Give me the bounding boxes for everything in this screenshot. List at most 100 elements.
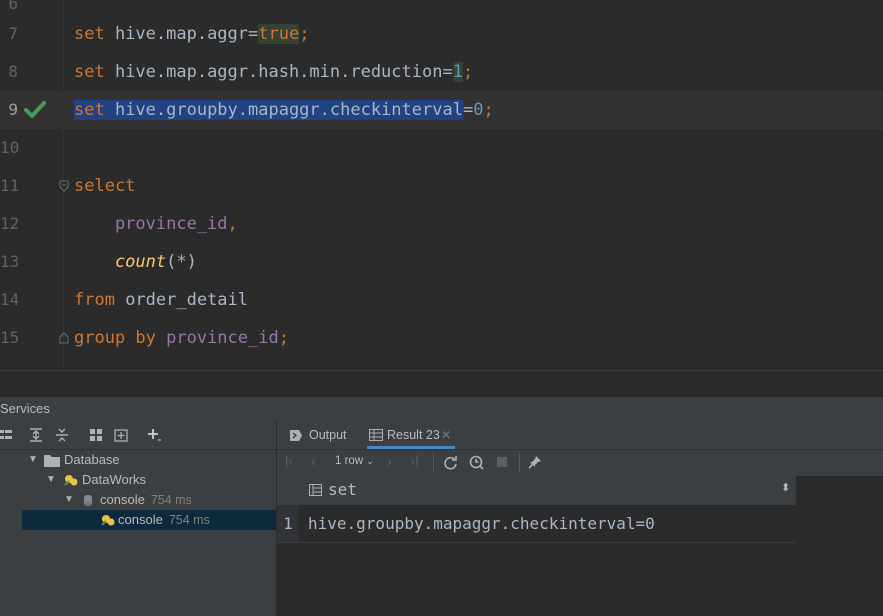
group-icon[interactable] bbox=[88, 427, 104, 443]
line-number: 8 bbox=[8, 62, 18, 81]
checkmark-icon bbox=[24, 101, 46, 118]
services-title: Services bbox=[0, 401, 50, 416]
last-page-icon[interactable]: ›| bbox=[411, 453, 419, 468]
next-page-icon[interactable]: › bbox=[387, 453, 392, 470]
table-name: order_detail bbox=[114, 290, 249, 310]
keyword: select bbox=[74, 176, 136, 196]
code-token: hive.map.aggr= bbox=[104, 24, 259, 44]
row-count-dropdown[interactable]: 1 row ⌄ bbox=[335, 455, 374, 467]
column-name: province_id bbox=[74, 214, 228, 234]
line-number: 15 bbox=[0, 328, 20, 347]
chevron-down-icon[interactable]: ▼ bbox=[46, 470, 56, 490]
table-row[interactable]: 1 hive.groupby.mapaggr.checkinterval=0 bbox=[277, 505, 796, 543]
folder-icon bbox=[44, 455, 60, 467]
code-token: , bbox=[227, 214, 238, 234]
row-count-label: 1 row bbox=[335, 455, 364, 467]
code-line[interactable]: 12 province_id, bbox=[0, 205, 883, 243]
tree-item-label: console 754 ms bbox=[100, 490, 192, 510]
execution-time: 754 ms bbox=[150, 493, 192, 507]
code-text[interactable]: set hive.map.aggr.hash.min.reduction=1; bbox=[74, 61, 473, 83]
code-token: ; bbox=[483, 100, 494, 120]
history-icon[interactable] bbox=[469, 455, 485, 471]
tree-item-label: DataWorks bbox=[82, 472, 147, 487]
code-line[interactable]: 10 bbox=[0, 129, 883, 167]
sql-editor[interactable]: 6 7 set hive.map.aggr=true; 8 set hive.m… bbox=[0, 0, 883, 370]
fold-icon[interactable] bbox=[59, 180, 69, 192]
code-line[interactable]: 13 count(*) bbox=[0, 243, 883, 281]
tree-item-dataworks[interactable]: ▼ DataWorks bbox=[0, 470, 276, 490]
code-line[interactable]: 14 from order_detail bbox=[0, 281, 883, 319]
table-icon bbox=[369, 429, 383, 441]
code-text[interactable]: set hive.groupby.mapaggr.checkinterval=0… bbox=[74, 99, 494, 121]
toolbar-separator bbox=[433, 452, 434, 472]
number-literal: 1 bbox=[452, 62, 463, 82]
table-cell[interactable]: hive.groupby.mapaggr.checkinterval=0 bbox=[308, 505, 655, 542]
fold-end-icon[interactable] bbox=[59, 332, 69, 344]
code-token: hive.groupby.mapaggr.checkinterval bbox=[104, 100, 463, 120]
services-toolbar bbox=[0, 421, 276, 450]
row-number: 1 bbox=[277, 505, 299, 542]
output-icon bbox=[290, 430, 302, 441]
code-line[interactable]: 11 select bbox=[0, 167, 883, 205]
keyword: set bbox=[74, 24, 105, 44]
code-token: ; bbox=[278, 328, 289, 348]
pin-icon[interactable] bbox=[528, 455, 542, 470]
collapse-all-icon[interactable] bbox=[54, 427, 70, 443]
chevron-down-icon[interactable]: ▼ bbox=[28, 450, 38, 470]
tree-item-label: Database bbox=[64, 452, 120, 467]
code-text[interactable]: select bbox=[74, 175, 135, 197]
line-number: 14 bbox=[0, 290, 20, 309]
services-tree-pane: ▼ Database ▼ DataWorks ▼ console 754 ms c… bbox=[0, 421, 277, 616]
number-literal: 0 bbox=[473, 100, 484, 120]
code-text[interactable]: province_id, bbox=[74, 213, 238, 235]
column-icon bbox=[309, 484, 322, 496]
refresh-icon[interactable] bbox=[443, 455, 458, 470]
line-number: 6 bbox=[8, 0, 18, 13]
code-token: ; bbox=[299, 24, 310, 44]
code-line-current[interactable]: 9 set hive.groupby.mapaggr.checkinterval… bbox=[0, 91, 883, 129]
previous-page-icon[interactable]: ‹ bbox=[311, 453, 316, 470]
code-token: = bbox=[462, 100, 474, 120]
chevron-down-icon[interactable]: ▼ bbox=[64, 490, 74, 510]
hive-icon bbox=[64, 475, 78, 486]
code-line[interactable]: 8 set hive.map.aggr.hash.min.reduction=1… bbox=[0, 53, 883, 91]
line-number: 7 bbox=[8, 24, 18, 43]
column-header[interactable]: set bbox=[328, 480, 357, 499]
keyword: set bbox=[74, 100, 105, 120]
tab-result[interactable]: Result 23 ✕ bbox=[367, 421, 455, 449]
sort-icon[interactable]: ⬍ bbox=[781, 481, 790, 494]
line-number: 10 bbox=[0, 138, 20, 157]
code-text[interactable]: set hive.map.aggr=true; bbox=[74, 23, 309, 45]
services-header: Services bbox=[0, 396, 883, 421]
function-name: count bbox=[74, 252, 167, 272]
result-grid-header: set ⬍ bbox=[277, 476, 796, 506]
code-text[interactable]: count(*) bbox=[74, 251, 197, 273]
code-line[interactable]: 15 group by province_id; bbox=[0, 319, 883, 357]
add-icon[interactable] bbox=[146, 427, 162, 443]
code-token: ; bbox=[462, 62, 474, 82]
results-toolbar: |‹ ‹ 1 row ⌄ › ›| bbox=[277, 450, 883, 477]
close-icon[interactable]: ✕ bbox=[441, 421, 451, 449]
tab-label: Output bbox=[309, 428, 347, 442]
list-icon[interactable] bbox=[0, 427, 16, 443]
tree-item-label: console 754 ms bbox=[118, 510, 210, 530]
tree-item-console-selected[interactable]: console 754 ms bbox=[22, 510, 276, 530]
execution-time: 754 ms bbox=[168, 513, 210, 527]
column-name: province_id bbox=[155, 328, 279, 348]
keyword: from bbox=[74, 290, 115, 310]
tree-item-database[interactable]: ▼ Database bbox=[0, 450, 276, 470]
tab-label: Result 23 bbox=[387, 428, 440, 442]
first-page-icon[interactable]: |‹ bbox=[285, 453, 293, 468]
results-pane: Output Result 23 ✕ |‹ ‹ 1 row ⌄ › ›| set… bbox=[277, 421, 883, 616]
code-text[interactable]: from order_detail bbox=[74, 289, 248, 311]
code-text[interactable]: group by province_id; bbox=[74, 327, 289, 349]
console-name: console bbox=[100, 492, 145, 507]
stop-icon[interactable] bbox=[497, 457, 507, 467]
tree-item-console-parent[interactable]: ▼ console 754 ms bbox=[0, 490, 276, 510]
panel-splitter[interactable] bbox=[0, 370, 883, 397]
line-number: 9 bbox=[8, 100, 18, 119]
line-number: 12 bbox=[0, 214, 20, 233]
new-group-icon[interactable] bbox=[114, 427, 130, 443]
code-line[interactable]: 7 set hive.map.aggr=true; bbox=[0, 15, 883, 53]
expand-all-icon[interactable] bbox=[28, 427, 44, 443]
